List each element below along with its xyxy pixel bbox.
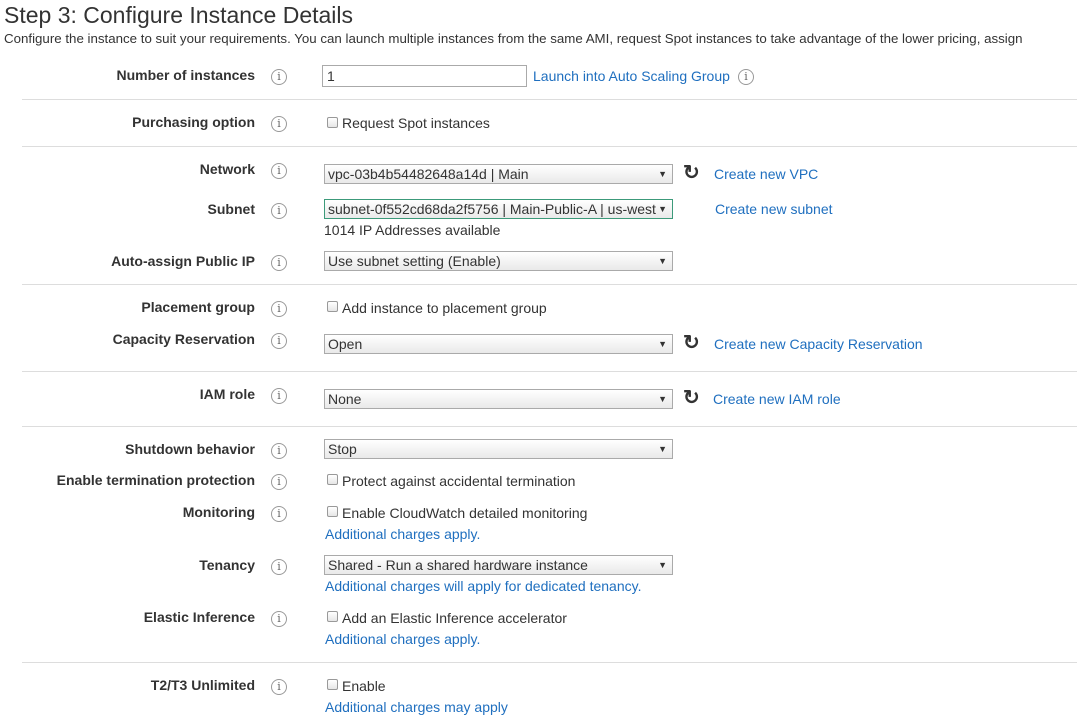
- info-icon[interactable]: i: [271, 388, 287, 404]
- refresh-icon[interactable]: ↻: [683, 163, 700, 183]
- create-subnet-link[interactable]: Create new subnet: [715, 201, 833, 217]
- monitoring-charges-link[interactable]: Additional charges apply.: [325, 526, 480, 542]
- request-spot-checkbox[interactable]: [327, 117, 338, 128]
- divider: [22, 284, 1077, 285]
- tenancy-select[interactable]: Shared - Run a shared hardware instance …: [324, 555, 673, 575]
- shutdown-behavior-select[interactable]: Stop ▼: [324, 439, 673, 459]
- info-icon[interactable]: i: [271, 255, 287, 271]
- chevron-down-icon: ▼: [658, 256, 667, 266]
- elastic-inference-checkbox-label: Add an Elastic Inference accelerator: [342, 610, 567, 626]
- subnet-value: subnet-0f552cd68da2f5756 | Main-Public-A…: [328, 201, 656, 217]
- iam-role-label: IAM role: [199, 386, 255, 402]
- monitoring-label: Monitoring: [182, 504, 255, 520]
- refresh-icon[interactable]: ↻: [683, 333, 700, 353]
- network-select[interactable]: vpc-03b4b54482648a14d | Main ▼: [324, 164, 673, 184]
- info-icon[interactable]: i: [738, 69, 754, 85]
- t2t3-unlimited-checkbox-label: Enable: [342, 678, 386, 694]
- elastic-inference-charges-link[interactable]: Additional charges apply.: [325, 631, 480, 647]
- termination-protection-checkbox-label: Protect against accidental termination: [342, 473, 576, 489]
- chevron-down-icon: ▼: [658, 444, 667, 454]
- subnet-label: Subnet: [207, 201, 255, 217]
- tenancy-label: Tenancy: [199, 557, 255, 573]
- public-ip-value: Use subnet setting (Enable): [328, 253, 501, 269]
- launch-auto-scaling-link[interactable]: Launch into Auto Scaling Group: [533, 68, 730, 84]
- create-iam-role-link[interactable]: Create new IAM role: [713, 391, 841, 407]
- info-icon[interactable]: i: [271, 443, 287, 459]
- capacity-reservation-label: Capacity Reservation: [112, 331, 255, 347]
- create-capacity-reservation-link[interactable]: Create new Capacity Reservation: [714, 336, 923, 352]
- chevron-down-icon: ▼: [658, 560, 667, 570]
- info-icon[interactable]: i: [271, 474, 287, 490]
- info-icon[interactable]: i: [271, 69, 287, 85]
- network-label: Network: [199, 161, 255, 177]
- chevron-down-icon: ▼: [658, 204, 667, 214]
- info-icon[interactable]: i: [271, 203, 287, 219]
- placement-group-checkbox[interactable]: [327, 301, 338, 312]
- network-value: vpc-03b4b54482648a14d | Main: [328, 166, 529, 182]
- purchasing-option-label: Purchasing option: [132, 114, 255, 130]
- chevron-down-icon: ▼: [658, 339, 667, 349]
- monitoring-checkbox-label: Enable CloudWatch detailed monitoring: [342, 505, 588, 521]
- info-icon[interactable]: i: [271, 679, 287, 695]
- public-ip-label: Auto-assign Public IP: [111, 253, 255, 269]
- divider: [22, 662, 1077, 663]
- ip-available-note: 1014 IP Addresses available: [324, 222, 501, 238]
- capacity-reservation-value: Open: [328, 336, 363, 352]
- chevron-down-icon: ▼: [658, 394, 667, 404]
- info-icon[interactable]: i: [271, 559, 287, 575]
- info-icon[interactable]: i: [271, 506, 287, 522]
- divider: [22, 146, 1077, 147]
- divider: [22, 371, 1077, 372]
- termination-protection-label: Enable termination protection: [56, 472, 255, 488]
- info-icon[interactable]: i: [271, 611, 287, 627]
- refresh-icon[interactable]: ↻: [683, 388, 700, 408]
- info-icon[interactable]: i: [271, 333, 287, 349]
- placement-group-checkbox-label: Add instance to placement group: [342, 300, 547, 316]
- tenancy-charges-link[interactable]: Additional charges will apply for dedica…: [325, 578, 641, 594]
- tenancy-value: Shared - Run a shared hardware instance: [328, 557, 588, 573]
- iam-role-select[interactable]: None ▼: [324, 389, 673, 409]
- placement-group-label: Placement group: [141, 299, 255, 315]
- info-icon[interactable]: i: [271, 116, 287, 132]
- page-description: Configure the instance to suit your requ…: [4, 31, 1023, 46]
- termination-protection-checkbox[interactable]: [327, 474, 338, 485]
- public-ip-select[interactable]: Use subnet setting (Enable) ▼: [324, 251, 673, 271]
- num-instances-input[interactable]: [322, 65, 527, 87]
- divider: [22, 426, 1077, 427]
- monitoring-checkbox[interactable]: [327, 506, 338, 517]
- shutdown-behavior-value: Stop: [328, 441, 357, 457]
- iam-role-value: None: [328, 391, 362, 407]
- t2t3-unlimited-checkbox[interactable]: [327, 679, 338, 690]
- t2t3-charges-link[interactable]: Additional charges may apply: [325, 699, 508, 715]
- t2t3-unlimited-label: T2/T3 Unlimited: [150, 677, 255, 693]
- chevron-down-icon: ▼: [658, 169, 667, 179]
- info-icon[interactable]: i: [271, 163, 287, 179]
- subnet-select[interactable]: subnet-0f552cd68da2f5756 | Main-Public-A…: [324, 199, 673, 219]
- elastic-inference-label: Elastic Inference: [143, 609, 255, 625]
- elastic-inference-checkbox[interactable]: [327, 611, 338, 622]
- create-vpc-link[interactable]: Create new VPC: [714, 166, 818, 182]
- info-icon[interactable]: i: [271, 301, 287, 317]
- request-spot-label: Request Spot instances: [342, 115, 490, 131]
- page-title: Step 3: Configure Instance Details: [4, 2, 354, 28]
- shutdown-behavior-label: Shutdown behavior: [125, 441, 255, 457]
- divider: [22, 99, 1077, 100]
- num-instances-label: Number of instances: [116, 67, 255, 83]
- capacity-reservation-select[interactable]: Open ▼: [324, 334, 673, 354]
